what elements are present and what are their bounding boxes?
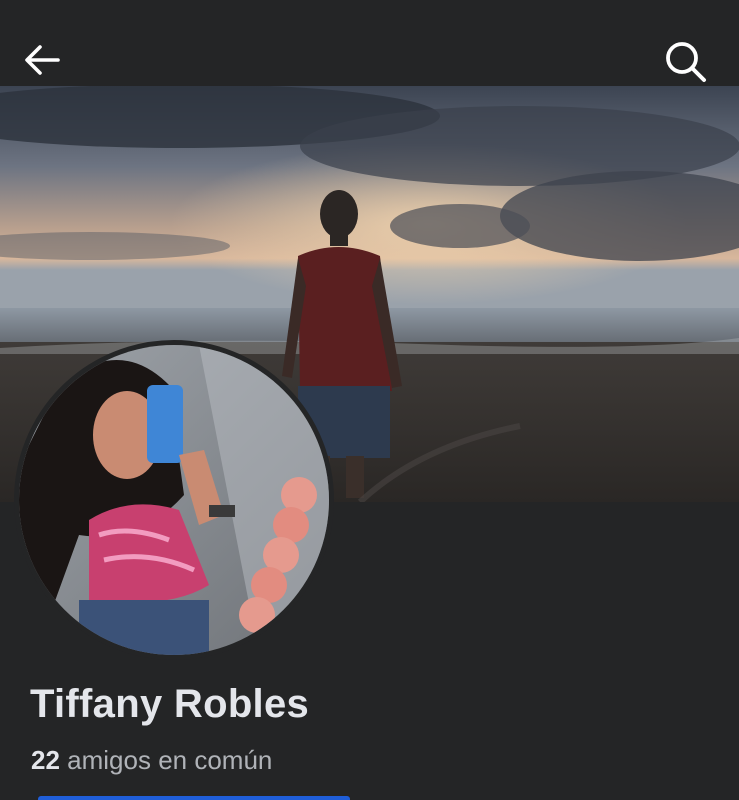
mutual-friends-count: 22 bbox=[31, 745, 60, 775]
search-button[interactable] bbox=[660, 36, 712, 88]
profile-screen: Tiffany Robles 22 amigos en común bbox=[0, 0, 739, 800]
profile-name: Tiffany Robles bbox=[30, 682, 310, 726]
top-bar bbox=[0, 0, 739, 86]
profile-picture-image bbox=[19, 345, 329, 655]
back-button[interactable] bbox=[18, 36, 66, 84]
mutual-friends-label: amigos en común bbox=[67, 745, 273, 775]
mutual-friends-link[interactable]: 22 amigos en común bbox=[31, 745, 272, 776]
primary-action-button[interactable] bbox=[38, 796, 350, 800]
profile-picture[interactable] bbox=[14, 340, 334, 660]
arrow-left-icon bbox=[25, 45, 60, 75]
search-icon bbox=[666, 42, 706, 82]
